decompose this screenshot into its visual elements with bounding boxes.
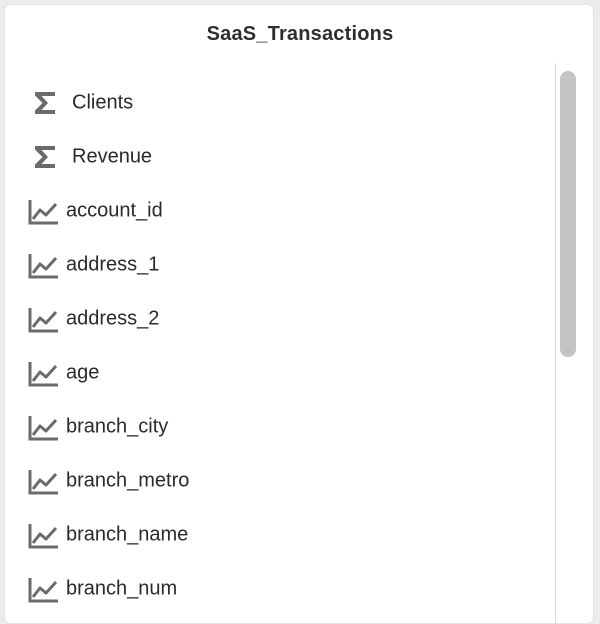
field-list-panel: SaaS_Transactions Clients Revenue accoun… — [4, 4, 594, 624]
trend-line-icon — [28, 470, 58, 495]
trend-line-icon — [28, 254, 58, 279]
field-item-clients[interactable]: Clients — [5, 76, 553, 130]
dataset-title: SaaS_Transactions — [206, 23, 394, 45]
field-label: age — [66, 361, 100, 384]
field-label: branch_metro — [66, 469, 190, 492]
field-item-address-2[interactable]: address_2 — [5, 292, 553, 346]
sigma-icon — [35, 92, 55, 114]
field-item-account-id[interactable]: account_id — [5, 184, 553, 238]
field-item-age[interactable]: age — [5, 346, 553, 400]
field-label: account_id — [66, 199, 163, 222]
field-label: address_1 — [66, 253, 160, 276]
field-label: Revenue — [72, 145, 153, 168]
field-item-branch-name[interactable]: branch_name — [5, 508, 553, 562]
field-label: Clients — [72, 91, 134, 114]
trend-line-icon — [28, 308, 58, 333]
field-item-address-1[interactable]: address_1 — [5, 238, 553, 292]
field-label: branch_city — [66, 415, 169, 438]
trend-line-icon — [28, 524, 58, 549]
field-list: Clients Revenue account_id address_1 add… — [5, 76, 553, 616]
field-item-branch-city[interactable]: branch_city — [5, 400, 553, 454]
scrollbar-thumb[interactable] — [560, 71, 576, 357]
trend-line-icon — [28, 362, 58, 387]
trend-line-icon — [28, 578, 58, 603]
field-item-revenue[interactable]: Revenue — [5, 130, 553, 184]
trend-line-icon — [28, 200, 58, 225]
trend-line-icon — [28, 416, 58, 441]
field-item-branch-metro[interactable]: branch_metro — [5, 454, 553, 508]
field-label: branch_num — [66, 577, 178, 600]
field-label: address_2 — [66, 307, 160, 330]
field-item-branch-num[interactable]: branch_num — [5, 562, 553, 616]
field-label: branch_name — [66, 523, 189, 546]
sigma-icon — [35, 146, 55, 168]
